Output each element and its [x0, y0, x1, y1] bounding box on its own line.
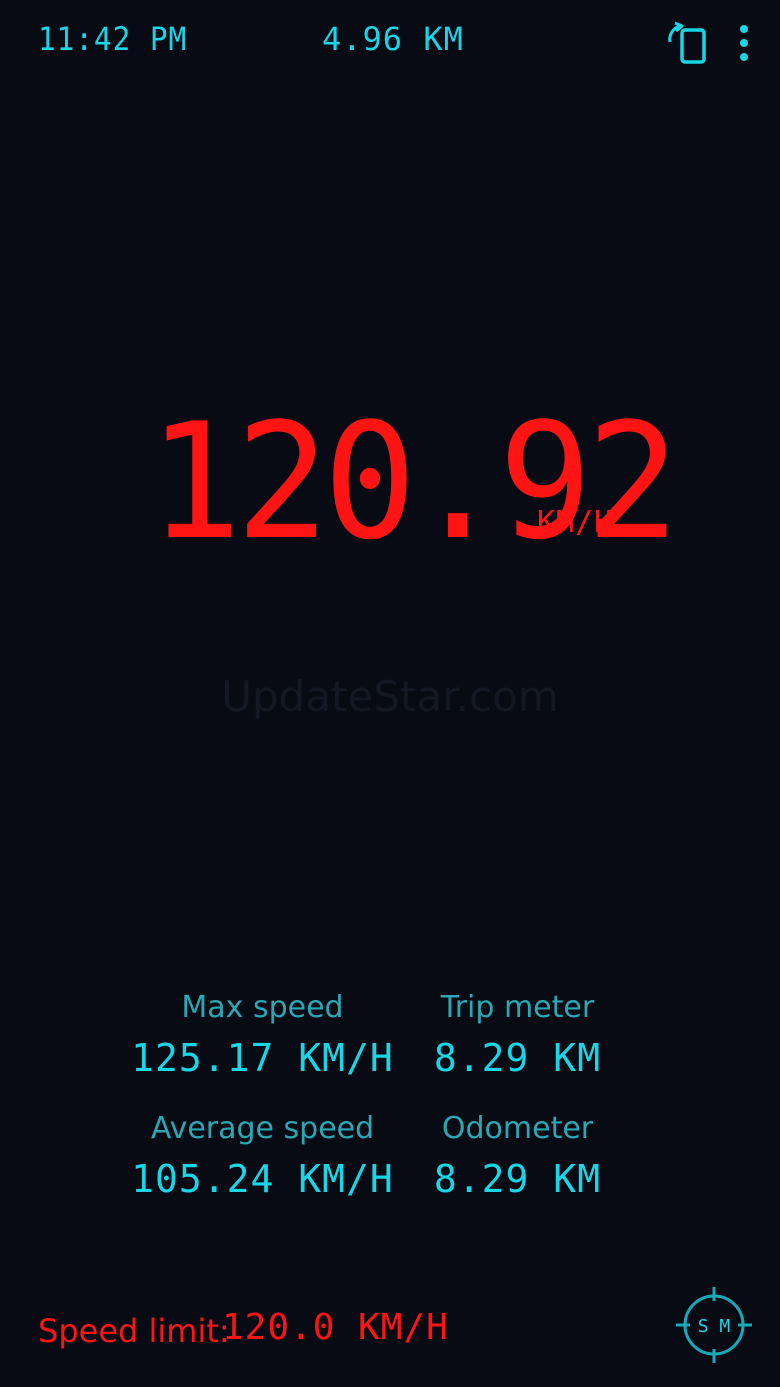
- more-menu-button[interactable]: [730, 22, 758, 64]
- max-speed-value: 125.17 KM/H: [131, 1036, 394, 1080]
- watermark: UpdateStar.com: [221, 672, 559, 721]
- odometer-label: Odometer: [441, 1111, 594, 1146]
- max-speed-label: Max speed: [181, 990, 344, 1025]
- average-speed-label: Average speed: [150, 1111, 375, 1146]
- more-vertical-icon: [740, 25, 748, 61]
- speed-limit-label: Speed limit:: [38, 1312, 230, 1350]
- current-time: 11:42 PM: [38, 20, 188, 58]
- sm-button-label: S M: [698, 1316, 731, 1337]
- speed-limit-value[interactable]: 120.0 KM/H: [222, 1307, 449, 1348]
- screen-rotate-icon: [668, 21, 706, 64]
- speed-unit: KM/H: [537, 505, 614, 540]
- sm-button[interactable]: S M: [676, 1287, 752, 1363]
- trip-meter-value: 8.29 KM: [433, 1036, 602, 1080]
- rotate-screen-button[interactable]: [664, 20, 710, 66]
- trip-meter-label: Trip meter: [440, 990, 595, 1025]
- trip-distance: 4.96 KM: [322, 20, 464, 58]
- average-speed-value: 105.24 KM/H: [131, 1157, 394, 1201]
- odometer-value: 8.29 KM: [433, 1157, 602, 1201]
- crosshair-sm-icon: S M: [676, 1287, 752, 1363]
